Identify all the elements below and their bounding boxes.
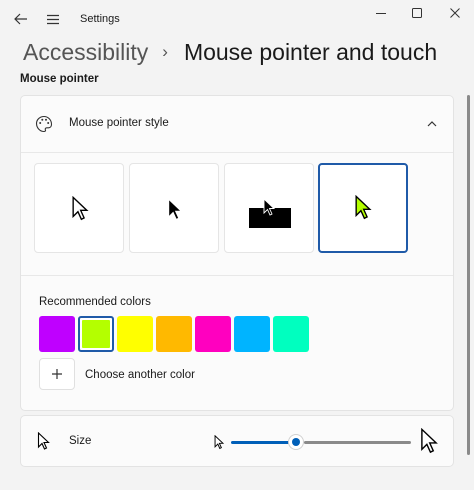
mouse-pointer-style-card: Mouse pointer style Recommended colors C… bbox=[20, 95, 454, 411]
pointer-style-custom[interactable] bbox=[318, 163, 408, 253]
minimize-button[interactable] bbox=[362, 2, 400, 24]
maximize-button[interactable] bbox=[398, 2, 436, 24]
app-title: Settings bbox=[80, 13, 120, 25]
pointer-size-icon bbox=[37, 432, 50, 450]
pointer-style-black[interactable] bbox=[129, 163, 219, 253]
mouse-pointer-style-label: Mouse pointer style bbox=[69, 117, 169, 129]
breadcrumb-accessibility-link[interactable]: Accessibility bbox=[23, 39, 148, 66]
color-swatch-pink[interactable] bbox=[195, 316, 231, 352]
add-color-button[interactable] bbox=[39, 358, 75, 390]
scrollbar[interactable] bbox=[466, 95, 472, 490]
color-swatch-gold[interactable] bbox=[156, 316, 192, 352]
section-heading: Mouse pointer bbox=[20, 73, 99, 85]
black-cursor-icon bbox=[168, 198, 183, 221]
title-bar: Settings bbox=[0, 0, 474, 38]
color-swatch-lime-fill bbox=[82, 320, 110, 348]
chevron-up-icon[interactable] bbox=[425, 117, 439, 131]
choose-another-color-label[interactable]: Choose another color bbox=[85, 369, 195, 381]
hamburger-icon bbox=[47, 14, 59, 24]
size-slider[interactable] bbox=[231, 434, 411, 450]
scrollbar-thumb[interactable] bbox=[467, 95, 470, 455]
close-icon bbox=[450, 8, 460, 18]
custom-color-cursor-icon bbox=[355, 195, 372, 220]
plus-icon bbox=[52, 369, 62, 379]
size-label: Size bbox=[69, 435, 92, 447]
inverted-cursor-icon bbox=[249, 198, 291, 228]
recommended-colors-label: Recommended colors bbox=[39, 296, 151, 308]
palette-icon bbox=[35, 115, 53, 133]
maximize-icon bbox=[412, 8, 422, 18]
breadcrumb: Accessibility › Mouse pointer and touch bbox=[23, 36, 437, 68]
close-button[interactable] bbox=[436, 2, 474, 24]
header-divider bbox=[21, 152, 453, 153]
slider-track-remaining bbox=[304, 441, 411, 444]
slider-thumb-dot bbox=[292, 438, 300, 446]
color-swatch-yellow[interactable] bbox=[117, 316, 153, 352]
breadcrumb-separator: › bbox=[162, 42, 168, 61]
back-arrow-icon bbox=[14, 13, 27, 25]
small-cursor-icon bbox=[214, 435, 224, 450]
large-cursor-icon bbox=[421, 428, 438, 454]
white-cursor-icon bbox=[72, 196, 89, 221]
slider-track-filled bbox=[231, 441, 290, 444]
mouse-pointer-style-header[interactable]: Mouse pointer style bbox=[21, 96, 453, 152]
color-swatch-blue[interactable] bbox=[234, 316, 270, 352]
slider-thumb[interactable] bbox=[289, 435, 303, 449]
minimize-icon bbox=[376, 13, 386, 14]
pointer-style-inverted[interactable] bbox=[224, 163, 314, 253]
color-swatch-purple[interactable] bbox=[39, 316, 75, 352]
color-swatch-lime[interactable] bbox=[78, 316, 114, 352]
navigation-menu-button[interactable] bbox=[40, 6, 66, 32]
page-title: Mouse pointer and touch bbox=[183, 38, 438, 65]
options-divider bbox=[21, 275, 453, 276]
back-button[interactable] bbox=[8, 6, 34, 32]
pointer-size-card: Size bbox=[20, 415, 454, 467]
color-swatch-teal[interactable] bbox=[273, 316, 309, 352]
pointer-style-white[interactable] bbox=[34, 163, 124, 253]
